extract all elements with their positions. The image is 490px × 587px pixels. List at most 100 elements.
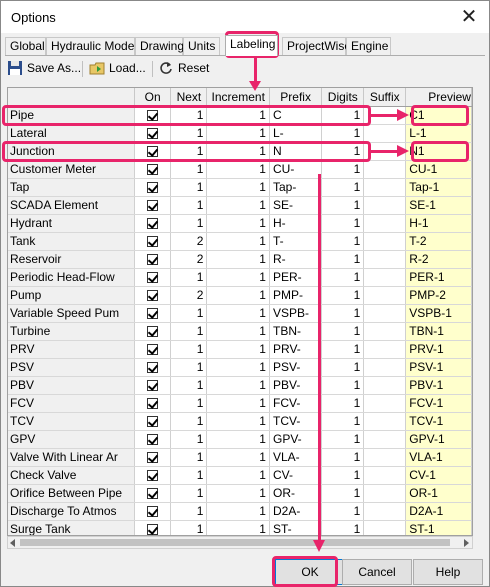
next-cell[interactable]: 1	[170, 268, 208, 287]
on-checkbox-cell[interactable]	[134, 160, 172, 179]
next-cell[interactable]: 1	[170, 322, 208, 341]
checkbox-checked-icon[interactable]	[147, 146, 159, 158]
on-checkbox-cell[interactable]	[134, 430, 172, 449]
prefix-cell[interactable]: SE-	[269, 196, 323, 215]
suffix-cell[interactable]	[363, 340, 407, 359]
table-row[interactable]: FCV 1 1 FCV- 1 FCV-1	[8, 394, 472, 413]
prefix-cell[interactable]: PBV-	[269, 376, 323, 395]
next-cell[interactable]: 1	[170, 376, 208, 395]
on-checkbox-cell[interactable]	[134, 214, 172, 233]
next-cell[interactable]: 1	[170, 466, 208, 485]
increment-cell[interactable]: 1	[206, 232, 270, 251]
col-header-prefix[interactable]: Prefix	[269, 88, 323, 107]
checkbox-checked-icon[interactable]	[147, 272, 159, 284]
table-row[interactable]: Hydrant 1 1 H- 1 H-1	[8, 214, 472, 233]
prefix-cell[interactable]: T-	[269, 232, 323, 251]
checkbox-checked-icon[interactable]	[147, 362, 159, 374]
suffix-cell[interactable]	[363, 142, 407, 161]
digits-cell[interactable]: 1	[321, 322, 365, 341]
digits-cell[interactable]: 1	[321, 250, 365, 269]
increment-cell[interactable]: 1	[206, 214, 270, 233]
prefix-cell[interactable]: CV-	[269, 466, 323, 485]
table-row[interactable]: Discharge To Atmos 1 1 D2A- 1 D2A-1	[8, 502, 472, 521]
table-row[interactable]: SCADA Element 1 1 SE- 1 SE-1	[8, 196, 472, 215]
checkbox-checked-icon[interactable]	[147, 344, 159, 356]
on-checkbox-cell[interactable]	[134, 484, 172, 503]
table-row[interactable]: Reservoir 2 1 R- 1 R-2	[8, 250, 472, 269]
suffix-cell[interactable]	[363, 214, 407, 233]
table-row[interactable]: PSV 1 1 PSV- 1 PSV-1	[8, 358, 472, 377]
table-row[interactable]: Customer Meter 1 1 CU- 1 CU-1	[8, 160, 472, 179]
next-cell[interactable]: 1	[170, 106, 208, 125]
next-cell[interactable]: 1	[170, 196, 208, 215]
on-checkbox-cell[interactable]	[134, 412, 172, 431]
checkbox-checked-icon[interactable]	[147, 470, 159, 482]
cancel-button[interactable]: Cancel	[342, 559, 412, 585]
checkbox-checked-icon[interactable]	[147, 164, 159, 176]
next-cell[interactable]: 1	[170, 520, 208, 535]
digits-cell[interactable]: 1	[321, 484, 365, 503]
next-cell[interactable]: 1	[170, 502, 208, 521]
digits-cell[interactable]: 1	[321, 340, 365, 359]
prefix-cell[interactable]: PSV-	[269, 358, 323, 377]
prefix-cell[interactable]: VLA-	[269, 448, 323, 467]
next-cell[interactable]: 1	[170, 304, 208, 323]
table-row[interactable]: Orifice Between Pipe 1 1 OR- 1 OR-1	[8, 484, 472, 503]
increment-cell[interactable]: 1	[206, 142, 270, 161]
digits-cell[interactable]: 1	[321, 358, 365, 377]
table-row[interactable]: Variable Speed Pum 1 1 VSPB- 1 VSPB-1	[8, 304, 472, 323]
increment-cell[interactable]: 1	[206, 394, 270, 413]
table-row[interactable]: Check Valve 1 1 CV- 1 CV-1	[8, 466, 472, 485]
digits-cell[interactable]: 1	[321, 394, 365, 413]
table-row[interactable]: Lateral 1 1 L- 1 L-1	[8, 124, 472, 143]
prefix-cell[interactable]: PRV-	[269, 340, 323, 359]
on-checkbox-cell[interactable]	[134, 394, 172, 413]
next-cell[interactable]: 1	[170, 448, 208, 467]
suffix-cell[interactable]	[363, 484, 407, 503]
digits-cell[interactable]: 1	[321, 502, 365, 521]
prefix-cell[interactable]: TBN-	[269, 322, 323, 341]
digits-cell[interactable]: 1	[321, 160, 365, 179]
suffix-cell[interactable]	[363, 466, 407, 485]
next-cell[interactable]: 1	[170, 124, 208, 143]
on-checkbox-cell[interactable]	[134, 196, 172, 215]
tab-projectwise[interactable]: ProjectWise	[282, 37, 351, 55]
next-cell[interactable]: 1	[170, 412, 208, 431]
on-checkbox-cell[interactable]	[134, 358, 172, 377]
checkbox-checked-icon[interactable]	[147, 290, 159, 302]
prefix-cell[interactable]: L-	[269, 124, 323, 143]
table-row[interactable]: Tap 1 1 Tap- 1 Tap-1	[8, 178, 472, 197]
table-row[interactable]: TCV 1 1 TCV- 1 TCV-1	[8, 412, 472, 431]
checkbox-checked-icon[interactable]	[147, 398, 159, 410]
next-cell[interactable]: 2	[170, 232, 208, 251]
checkbox-checked-icon[interactable]	[147, 416, 159, 428]
suffix-cell[interactable]	[363, 412, 407, 431]
checkbox-checked-icon[interactable]	[147, 488, 159, 500]
checkbox-checked-icon[interactable]	[147, 380, 159, 392]
next-cell[interactable]: 1	[170, 142, 208, 161]
table-row[interactable]: PBV 1 1 PBV- 1 PBV-1	[8, 376, 472, 395]
increment-cell[interactable]: 1	[206, 412, 270, 431]
col-header-suffix[interactable]: Suffix	[363, 88, 407, 107]
scroll-right-icon[interactable]	[464, 539, 469, 547]
on-checkbox-cell[interactable]	[134, 250, 172, 269]
tab-drawing[interactable]: Drawing	[135, 37, 184, 55]
digits-cell[interactable]: 1	[321, 214, 365, 233]
prefix-cell[interactable]: CU-	[269, 160, 323, 179]
col-header-increment[interactable]: Increment	[206, 88, 270, 107]
prefix-cell[interactable]: C	[269, 106, 323, 125]
increment-cell[interactable]: 1	[206, 106, 270, 125]
next-cell[interactable]: 1	[170, 484, 208, 503]
on-checkbox-cell[interactable]	[134, 466, 172, 485]
prefix-cell[interactable]: N	[269, 142, 323, 161]
prefix-cell[interactable]: OR-	[269, 484, 323, 503]
scroll-left-icon[interactable]	[10, 539, 15, 547]
increment-cell[interactable]: 1	[206, 268, 270, 287]
save-as-button[interactable]: Save As...	[7, 58, 81, 78]
suffix-cell[interactable]	[363, 304, 407, 323]
increment-cell[interactable]: 1	[206, 376, 270, 395]
col-header-on[interactable]: On	[134, 88, 172, 107]
table-row[interactable]: Junction 1 1 N 1 N1	[8, 142, 472, 161]
suffix-cell[interactable]	[363, 250, 407, 269]
next-cell[interactable]: 1	[170, 340, 208, 359]
